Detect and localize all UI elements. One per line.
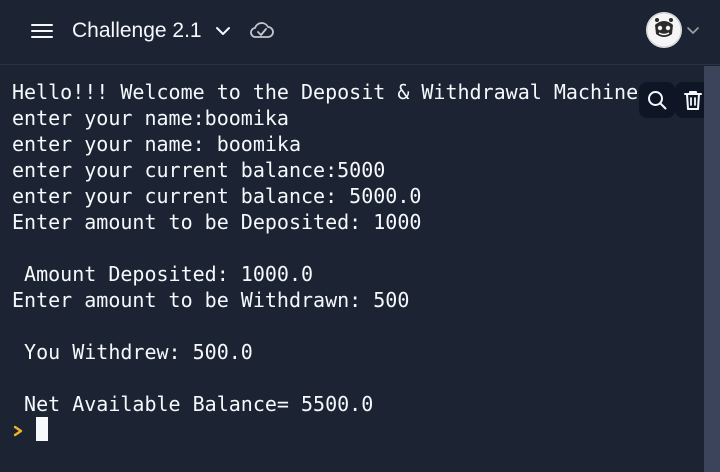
console-line: enter your current balance: 5000.0 <box>12 184 422 208</box>
input-cursor[interactable] <box>36 417 48 441</box>
console-line: You Withdrew: 500.0 <box>12 340 253 364</box>
top-bar: Challenge 2.1 <box>0 0 720 62</box>
search-console-button[interactable] <box>639 82 675 118</box>
console-line: Net Available Balance= 5500.0 <box>12 392 374 416</box>
chevron-down-icon[interactable] <box>214 22 232 40</box>
console-line: Enter amount to be Deposited: 1000 <box>12 210 422 234</box>
hamburger-menu-icon[interactable] <box>30 22 54 40</box>
account-chevron-down-icon[interactable] <box>686 23 700 37</box>
trash-icon <box>684 91 702 110</box>
cloud-check-icon <box>249 18 275 42</box>
prompt-chevron-icon <box>12 421 26 441</box>
user-avatar[interactable] <box>646 12 682 48</box>
console-line: enter your name: boomika <box>12 132 301 156</box>
console-output[interactable]: Hello!!! Welcome to the Deposit & Withdr… <box>0 66 704 472</box>
console-line: enter your current balance:5000 <box>12 158 386 182</box>
repl-title[interactable]: Challenge 2.1 <box>72 18 202 44</box>
console-line: Enter amount to be Withdrawn: 500 <box>12 288 410 312</box>
header-divider <box>0 64 720 65</box>
console-line: Amount Deposited: 1000.0 <box>12 262 314 286</box>
console-line: enter your name:boomika <box>12 106 289 130</box>
console-line: Hello!!! Welcome to the Deposit & Withdr… <box>12 80 639 104</box>
console-scrollbar[interactable] <box>704 66 720 472</box>
search-icon <box>648 91 667 110</box>
